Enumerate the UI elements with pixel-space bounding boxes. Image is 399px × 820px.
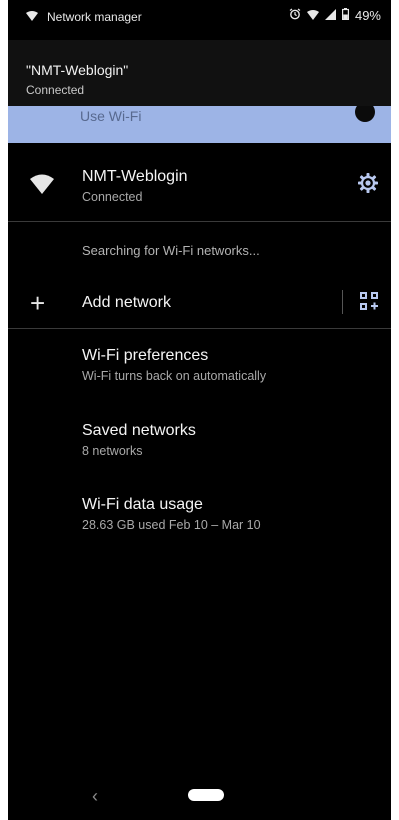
- navigation-bar: ‹: [8, 772, 391, 820]
- menu-item-saved-networks[interactable]: Saved networks 8 networks: [82, 422, 196, 458]
- screen: Network manager 49% Use Wi-Fi "NMT-Weblo…: [8, 0, 391, 820]
- status-left: Network manager: [26, 10, 142, 24]
- divider: [8, 221, 391, 222]
- back-icon[interactable]: ‹: [92, 786, 98, 807]
- add-network-label: Add network: [82, 294, 171, 311]
- battery-percent: 49%: [354, 8, 381, 23]
- wifi-signal-icon: [306, 9, 319, 23]
- wifi-status-icon: [26, 10, 38, 24]
- alarm-icon: [289, 8, 301, 23]
- menu-item-title: Wi-Fi data usage: [82, 496, 203, 513]
- wifi-icon: [30, 174, 54, 199]
- network-status: Connected: [82, 190, 143, 204]
- vertical-divider: [342, 290, 343, 314]
- plus-icon: +: [30, 288, 46, 318]
- banner-subtitle: Connected: [26, 83, 85, 97]
- gear-icon[interactable]: [357, 172, 379, 199]
- status-bar: Network manager 49%: [8, 0, 391, 36]
- menu-item-title: Wi-Fi preferences: [82, 347, 209, 364]
- banner-title: "NMT-Weblogin": [26, 62, 129, 78]
- menu-item-wifi-preferences[interactable]: Wi-Fi preferences Wi-Fi turns back on au…: [82, 347, 266, 383]
- battery-icon: [341, 8, 349, 23]
- network-name: NMT-Weblogin: [82, 168, 188, 185]
- menu-item-subtitle: Wi-Fi turns back on automatically: [82, 369, 267, 383]
- wifi-toggle-label: Use Wi-Fi: [80, 108, 142, 124]
- connection-banner[interactable]: "NMT-Weblogin" Connected: [8, 40, 391, 106]
- current-network-row[interactable]: NMT-Weblogin Connected: [8, 152, 391, 220]
- searching-text: Searching for Wi-Fi networks...: [82, 243, 260, 258]
- menu-item-subtitle: 8 networks: [82, 444, 143, 458]
- menu-item-wifi-data-usage[interactable]: Wi-Fi data usage 28.63 GB used Feb 10 – …: [82, 496, 261, 532]
- menu-item-subtitle: 28.63 GB used Feb 10 – Mar 10: [82, 518, 261, 532]
- divider: [8, 328, 391, 329]
- add-network-row[interactable]: + Add network: [8, 282, 391, 324]
- status-right: 49%: [289, 8, 381, 23]
- status-app-label: Network manager: [47, 10, 142, 24]
- qr-code-scan-icon[interactable]: [359, 291, 379, 316]
- menu-item-title: Saved networks: [82, 422, 196, 439]
- home-pill[interactable]: [188, 789, 224, 801]
- cell-signal-icon: [324, 8, 336, 23]
